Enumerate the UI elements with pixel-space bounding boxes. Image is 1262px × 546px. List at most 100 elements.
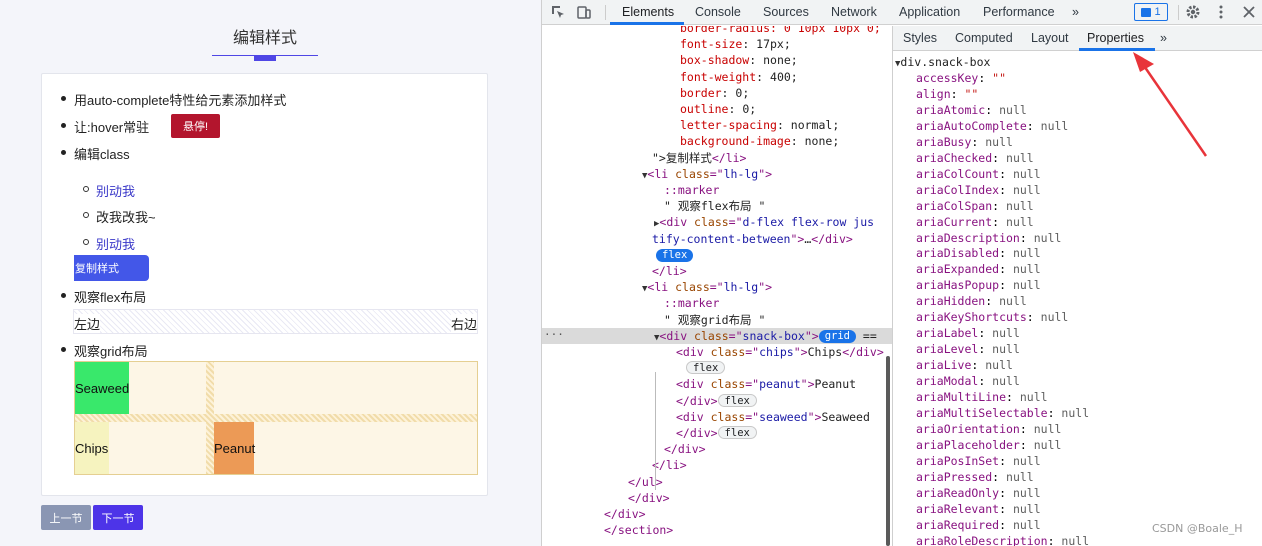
layout-badge[interactable]: flex	[717, 393, 757, 407]
layout-badge[interactable]: flex	[717, 426, 757, 439]
inspect-element-icon[interactable]	[550, 4, 566, 20]
property-row[interactable]: ariaColSpan: null	[916, 198, 1034, 214]
dom-node-line[interactable]: </li>	[542, 263, 892, 279]
prev-section-button[interactable]: 上一节	[41, 505, 91, 530]
property-row[interactable]: ariaPosInSet: null	[916, 453, 1041, 469]
property-row[interactable]: ariaHasPopup: null	[916, 277, 1041, 293]
tab-network[interactable]: Network	[831, 5, 877, 19]
property-row[interactable]: ariaRelevant: null	[916, 501, 1041, 517]
property-row[interactable]: align: ""	[916, 86, 978, 102]
dom-node-line[interactable]: background-image: none;	[542, 133, 892, 149]
dom-node-line[interactable]: </div>	[542, 490, 892, 506]
dom-node-line[interactable]: </div> flex	[542, 393, 892, 409]
more-sidebar-tabs-chevron-icon[interactable]: »	[1160, 31, 1167, 45]
copy-style-button[interactable]: 复制样式	[74, 255, 149, 281]
tab-console[interactable]: Console	[695, 5, 741, 19]
dom-node-line[interactable]: </li>	[542, 457, 892, 473]
dom-node-line[interactable]: box-shadow: none;	[542, 52, 892, 68]
property-row[interactable]: accessKey: ""	[916, 70, 1006, 86]
dom-node-line[interactable]: ::marker	[542, 295, 892, 311]
property-row[interactable]: ariaBusy: null	[916, 134, 1013, 150]
tab-properties[interactable]: Properties	[1087, 31, 1144, 45]
dom-node-line[interactable]: </ul>	[542, 474, 892, 490]
property-row[interactable]: ariaColIndex: null	[916, 182, 1041, 198]
dom-node-line[interactable]: border-radius: 0 10px 10px 0;	[542, 26, 892, 36]
property-row[interactable]: ariaPressed: null	[916, 469, 1034, 485]
dom-node-line[interactable]: ▼<li class="lh-lg">	[542, 279, 892, 295]
next-section-button[interactable]: 下一节	[93, 505, 143, 530]
dom-node-line[interactable]: </div> flex	[542, 425, 892, 441]
layout-badge[interactable]: grid	[818, 329, 856, 343]
dom-node-line[interactable]: " 观察grid布局 "	[542, 312, 892, 328]
dom-node-line[interactable]: font-weight: 400;	[542, 69, 892, 85]
property-row[interactable]: ariaLevel: null	[916, 341, 1020, 357]
property-row[interactable]: ariaCurrent: null	[916, 214, 1034, 230]
dom-node-line[interactable]: letter-spacing: normal;	[542, 117, 892, 133]
dom-node-line[interactable]: ::marker	[542, 182, 892, 198]
tab-sources[interactable]: Sources	[763, 5, 809, 19]
dom-node-line[interactable]: flex	[542, 247, 892, 263]
tab-computed[interactable]: Computed	[955, 31, 1013, 45]
dom-node-line[interactable]: ">复制样式</li>	[542, 150, 892, 166]
tab-performance[interactable]: Performance	[983, 5, 1055, 19]
dom-node-line[interactable]: <div class="chips">Chips</div>	[542, 344, 892, 360]
property-row[interactable]: ariaExpanded: null	[916, 261, 1041, 277]
property-row[interactable]: ariaChecked: null	[916, 150, 1034, 166]
dom-node-line[interactable]: </div>	[542, 506, 892, 522]
property-row[interactable]: ariaMultiLine: null	[916, 389, 1048, 405]
more-options-icon[interactable]	[1213, 4, 1229, 20]
property-row[interactable]: ariaLabel: null	[916, 325, 1020, 341]
dom-node-line[interactable]: ▶<div class="d-flex flex-row jus	[542, 214, 892, 230]
dom-node-selected[interactable]: ▼<div class="snack-box"> grid ==	[542, 327, 892, 344]
dom-node-line[interactable]: <div class="seaweed">Seaweed	[542, 409, 892, 425]
dom-node-line[interactable]: font-size: 17px;	[542, 36, 892, 52]
property-row[interactable]: ariaReadOnly: null	[916, 485, 1041, 501]
property-row[interactable]: ariaAutoComplete: null	[916, 118, 1068, 134]
node-ellipsis-icon[interactable]: ···	[544, 328, 564, 341]
tab-application[interactable]: Application	[899, 5, 960, 19]
property-row[interactable]: ariaKeyShortcuts: null	[916, 309, 1068, 325]
dom-node-line[interactable]: outline: 0;	[542, 101, 892, 117]
property-row[interactable]: ariaRequired: null	[916, 517, 1041, 533]
property-row[interactable]: ariaAtomic: null	[916, 102, 1027, 118]
dom-token: ">	[790, 231, 805, 246]
property-row[interactable]: ariaHidden: null	[916, 293, 1027, 309]
sub-item-dont-move-1[interactable]: 别动我	[82, 181, 135, 200]
dom-node-line[interactable]: tify-content-between">…</div>	[542, 231, 892, 247]
elements-dom-tree[interactable]: </section> </div> </div> </ul> </li> </div> </…	[542, 26, 892, 546]
tab-styles[interactable]: Styles	[903, 31, 937, 45]
layout-badge[interactable]: flex	[686, 361, 726, 375]
dom-node-line[interactable]: </div>	[542, 441, 892, 457]
settings-gear-icon[interactable]	[1185, 4, 1201, 20]
property-value: null	[992, 374, 1020, 389]
dom-node-line[interactable]: ▼<li class="lh-lg">	[542, 166, 892, 182]
dom-node-line[interactable]: flex	[542, 360, 892, 376]
property-row[interactable]: ariaModal: null	[916, 373, 1020, 389]
property-row[interactable]: ariaOrientation: null	[916, 421, 1061, 437]
issues-button[interactable]: 1	[1134, 3, 1168, 21]
property-row[interactable]: ariaDisabled: null	[916, 245, 1041, 261]
more-tabs-chevron-icon[interactable]: »	[1072, 5, 1079, 19]
tab-layout[interactable]: Layout	[1031, 31, 1069, 45]
property-row[interactable]: ariaColCount: null	[916, 166, 1041, 182]
dom-node-line[interactable]: " 观察flex布局 "	[542, 198, 892, 214]
dom-node-line[interactable]: <div class="peanut">Peanut	[542, 376, 892, 392]
dom-token: class	[675, 166, 710, 181]
properties-object-header[interactable]: ▼div.snack-box	[895, 54, 990, 70]
dom-node-line[interactable]: </section>	[542, 522, 892, 538]
property-row[interactable]: ariaRoleDescription: null	[916, 533, 1089, 546]
property-row[interactable]: ariaPlaceholder: null	[916, 437, 1061, 453]
layout-badge[interactable]: flex	[656, 248, 694, 262]
sub-item-dont-move-2[interactable]: 别动我	[82, 234, 135, 253]
dom-scrollbar[interactable]	[886, 356, 890, 546]
property-value: null	[1012, 485, 1041, 500]
tab-elements[interactable]: Elements	[622, 5, 674, 19]
close-devtools-icon[interactable]	[1241, 4, 1257, 20]
property-row[interactable]: ariaLive: null	[916, 357, 1013, 373]
property-row[interactable]: ariaMultiSelectable: null	[916, 405, 1089, 421]
device-toggle-icon[interactable]	[576, 4, 592, 20]
hover-button[interactable]: 悬停!	[171, 114, 220, 138]
property-row[interactable]: ariaDescription: null	[916, 230, 1061, 246]
list-item-autocomplete: 用auto-complete特性给元素添加样式	[60, 90, 286, 109]
dom-node-line[interactable]: border: 0;	[542, 85, 892, 101]
